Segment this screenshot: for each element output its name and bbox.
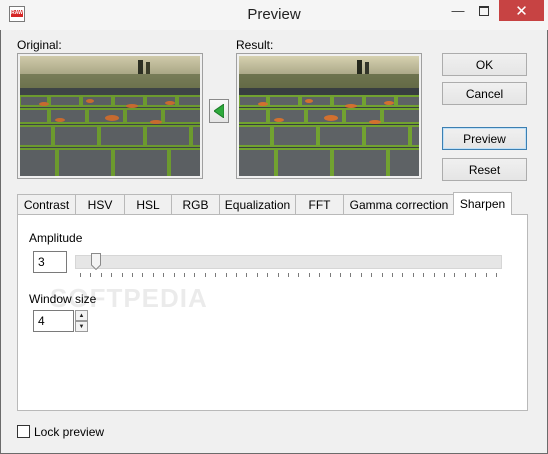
tab-sharpen[interactable]: Sharpen — [453, 192, 512, 215]
close-icon: ✕ — [515, 2, 528, 20]
tab-contrast[interactable]: Contrast — [17, 194, 76, 214]
lock-preview-label: Lock preview — [34, 425, 105, 439]
window-size-decrement[interactable]: ▼ — [75, 321, 88, 332]
ok-button[interactable]: OK — [442, 53, 527, 76]
maximize-icon — [479, 5, 489, 16]
result-image — [236, 53, 422, 179]
arrow-left-icon — [214, 104, 224, 118]
result-photo — [239, 56, 419, 176]
lock-preview-checkbox[interactable] — [17, 425, 30, 438]
minimize-icon: — — [451, 3, 465, 18]
tab-equalization[interactable]: Equalization — [219, 194, 296, 214]
minimize-button[interactable]: — — [445, 0, 471, 21]
original-image — [17, 53, 203, 179]
original-label: Original: — [17, 38, 62, 52]
spin-up-icon: ▲ — [78, 312, 85, 319]
amplitude-slider-track[interactable] — [75, 255, 502, 269]
spin-down-icon: ▼ — [78, 323, 85, 330]
tab-gamma-correction[interactable]: Gamma correction — [343, 194, 455, 214]
copy-to-original-button[interactable] — [209, 99, 229, 123]
window-size-label: Window size — [29, 292, 97, 306]
maximize-button[interactable] — [471, 0, 497, 21]
amplitude-slider-thumb[interactable] — [91, 253, 101, 270]
original-photo — [20, 56, 200, 176]
reset-button[interactable]: Reset — [442, 158, 527, 181]
tab-rgb[interactable]: RGB — [171, 194, 220, 214]
window-size-increment[interactable]: ▲ — [75, 310, 88, 321]
preview-button[interactable]: Preview — [442, 127, 527, 150]
tab-hsv[interactable]: HSV — [75, 194, 125, 214]
amplitude-input[interactable]: 3 — [33, 251, 67, 273]
amplitude-slider-ticks — [80, 273, 497, 277]
tab-fft[interactable]: FFT — [295, 194, 344, 214]
result-label: Result: — [236, 38, 274, 52]
tab-hsl[interactable]: HSL — [124, 194, 172, 214]
window-size-input[interactable]: 4 — [33, 310, 74, 332]
cancel-button[interactable]: Cancel — [442, 82, 527, 105]
close-button[interactable]: ✕ — [499, 0, 544, 21]
amplitude-label: Amplitude — [29, 231, 83, 245]
